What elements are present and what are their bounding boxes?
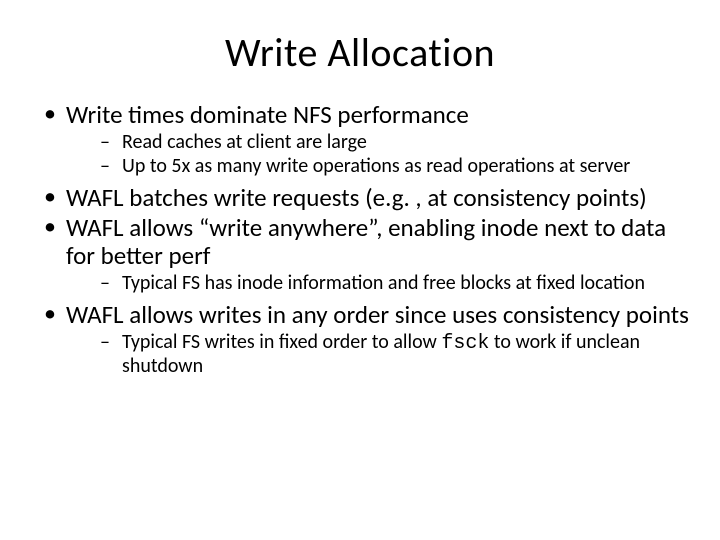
sub-bullet-item: Read caches at client are large: [66, 131, 690, 154]
sub-bullet-item: Typical FS writes in fixed order to allo…: [66, 331, 690, 378]
code-text: fsck: [441, 332, 489, 355]
sub-bullet-item: Typical FS has inode information and fre…: [66, 272, 690, 295]
sub-bullet-text: Read caches at client are large: [122, 130, 367, 154]
bullet-list-level2: Typical FS writes in fixed order to allo…: [66, 331, 690, 378]
bullet-text: WAFL allows “write anywhere”, enabling i…: [66, 212, 666, 271]
sub-bullet-text: Typical FS has inode information and fre…: [122, 271, 645, 295]
bullet-item: WAFL allows “write anywhere”, enabling i…: [30, 214, 690, 295]
bullet-item: WAFL allows writes in any order since us…: [30, 301, 690, 378]
bullet-text: Write times dominate NFS performance: [66, 99, 469, 130]
bullet-item: Write times dominate NFS performance Rea…: [30, 101, 690, 178]
slide: Write Allocation Write times dominate NF…: [0, 0, 720, 540]
bullet-text: WAFL allows writes in any order since us…: [66, 299, 689, 330]
sub-bullet-item: Up to 5x as many write operations as rea…: [66, 155, 690, 178]
bullet-list-level1: Write times dominate NFS performance Rea…: [30, 101, 690, 378]
bullet-list-level2: Read caches at client are large Up to 5x…: [66, 131, 690, 178]
slide-title: Write Allocation: [30, 28, 690, 77]
sub-bullet-text-part-a: Typical FS writes in fixed order to allo…: [122, 330, 441, 354]
bullet-text: WAFL batches write requests (e.g. , at c…: [66, 182, 647, 213]
sub-bullet-text: Up to 5x as many write operations as rea…: [122, 154, 630, 178]
bullet-item: WAFL batches write requests (e.g. , at c…: [30, 184, 690, 212]
bullet-list-level2: Typical FS has inode information and fre…: [66, 272, 690, 295]
